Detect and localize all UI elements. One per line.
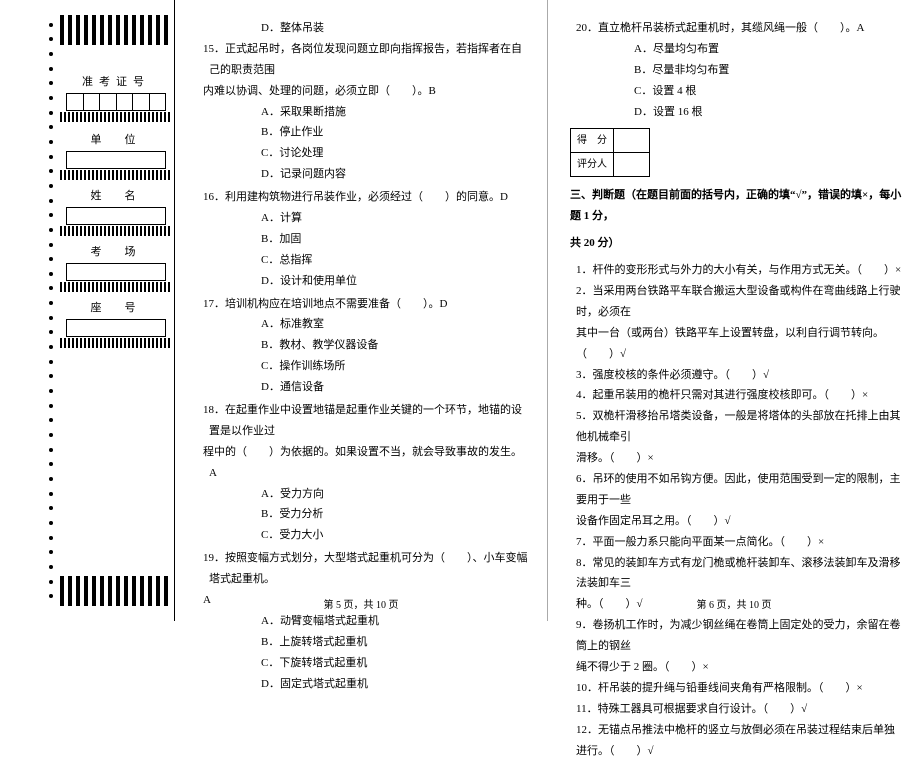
q15: 15．正式起吊时，各岗位发现问题立即向指挥报告，若指挥者在自己的职责范围 内难以… — [197, 39, 529, 185]
q16-optA: A．计算 — [197, 208, 529, 229]
q15-optA: A．采取果断措施 — [197, 102, 529, 123]
q14-optD: D．整体吊装 — [197, 18, 529, 39]
q18-stem2: 程中的（ ）为依据的。如果设置不当，就会导致事故的发生。A — [203, 442, 529, 484]
q19: 19．按照变幅方式划分，大型塔式起重机可分为（ ）、小车变幅塔式起重机。 A A… — [197, 548, 529, 694]
q17-optD: D．通信设备 — [197, 377, 529, 398]
field-name: 姓 名 — [66, 184, 166, 225]
pattern-divider — [60, 282, 170, 292]
pattern-divider — [60, 112, 170, 122]
q18-optC: C．受力大小 — [197, 525, 529, 546]
page-5: D．整体吊装 15．正式起吊时，各岗位发现问题立即向指挥报告，若指挥者在自己的职… — [175, 0, 548, 621]
q15-stem2: 内难以协调、处理的问题，必须立即（ ）。B — [203, 81, 529, 102]
j9a: 9．卷扬机工作时，为减少钢丝绳在卷筒上固定处的受力，余留在卷筒上的钢丝 — [570, 615, 902, 657]
q19-optC: C．下旋转塔式起重机 — [197, 653, 529, 674]
q20-optD: D．设置 16 根 — [570, 102, 902, 123]
q18-stem1: 18．在起重作业中设置地锚是起重作业关键的一个环节，地锚的设置是以作业过 — [203, 400, 529, 442]
q16-optC: C．总指挥 — [197, 250, 529, 271]
j1: 1．杆件的变形形式与外力的大小有关，与作用方式无关。（ ）× — [570, 260, 902, 281]
section3-head2: 共 20 分） — [570, 233, 902, 254]
pattern-divider — [60, 170, 170, 180]
j12: 12．无锚点吊推法中桅杆的竖立与放倒必须在吊装过程结束后单独进行。（ ）√ — [570, 720, 902, 762]
label-name: 姓 名 — [66, 184, 166, 207]
q16: 16．利用建构筑物进行吊装作业，必须经过（ ）的同意。D A．计算 B．加固 C… — [197, 187, 529, 291]
line-seat[interactable] — [66, 319, 166, 337]
pattern-top — [60, 15, 170, 45]
perforation-dots — [45, 15, 57, 606]
q15-stem1: 15．正式起吊时，各岗位发现问题立即向指挥报告，若指挥者在自己的职责范围 — [203, 39, 529, 81]
q18: 18．在起重作业中设置地锚是起重作业关键的一个环节，地锚的设置是以作业过 程中的… — [197, 400, 529, 546]
page-6: 20．直立桅杆吊装桥式起重机时，其缆风绳一般（ ）。A A．尽量均匀布置 B．尽… — [548, 0, 920, 621]
pattern-divider — [60, 226, 170, 236]
j6b: 设备作固定吊耳之用。（ ）√ — [570, 511, 902, 532]
grader-value[interactable] — [614, 153, 650, 177]
j7: 7．平面一般力系只能向平面某一点简化。（ ）× — [570, 532, 902, 553]
q16-optB: B．加固 — [197, 229, 529, 250]
pattern-bottom — [60, 576, 170, 606]
label-ticket: 准考证号 — [66, 70, 166, 93]
q19-optD: D．固定式塔式起重机 — [197, 674, 529, 695]
field-seat: 座 号 — [66, 296, 166, 337]
q15-optC: C．讨论处理 — [197, 143, 529, 164]
field-unit: 单 位 — [66, 128, 166, 169]
line-name[interactable] — [66, 207, 166, 225]
q17: 17．培训机构应在培训地点不需要准备（ ）。D A．标准教室 B．教材、教学仪器… — [197, 294, 529, 398]
q17-optB: B．教材、教学仪器设备 — [197, 335, 529, 356]
q16-stem: 16．利用建构筑物进行吊装作业，必须经过（ ）的同意。D — [203, 187, 529, 208]
q19-optB: B．上旋转塔式起重机 — [197, 632, 529, 653]
q19-stem: 19．按照变幅方式划分，大型塔式起重机可分为（ ）、小车变幅塔式起重机。 — [203, 548, 529, 590]
j10: 10．杆吊装的提升绳与铅垂线间夹角有严格限制。（ ）× — [570, 678, 902, 699]
q20-optC: C．设置 4 根 — [570, 81, 902, 102]
j9b: 绳不得少于 2 圈。（ ）× — [570, 657, 902, 678]
q20-optA: A．尽量均匀布置 — [570, 39, 902, 60]
line-unit[interactable] — [66, 151, 166, 169]
j8a: 8．常见的装卸车方式有龙门桅或桅杆装卸车、滚移法装卸车及滑移法装卸车三 — [570, 553, 902, 595]
pager-6: 第 6 页，共 10 页 — [548, 596, 920, 615]
section3-head1: 三、判断题（在题目前面的括号内，正确的填“√”，错误的填×，每小题 1 分， — [570, 185, 902, 227]
q15-optB: B．停止作业 — [197, 122, 529, 143]
binding-strip: 准考证号 单 位 姓 名 考 场 座 号 — [0, 0, 175, 621]
q18-optB: B．受力分析 — [197, 504, 529, 525]
pager-5: 第 5 页，共 10 页 — [175, 596, 547, 615]
boxes-ticket[interactable] — [66, 93, 166, 111]
j3: 3．强度校核的条件必须遵守。（ ）√ — [570, 365, 902, 386]
q17-optC: C．操作训练场所 — [197, 356, 529, 377]
label-unit: 单 位 — [66, 128, 166, 151]
j6a: 6．吊环的使用不如吊钩方便。因此，使用范围受到一定的限制，主要用于一些 — [570, 469, 902, 511]
grader-label: 评分人 — [571, 153, 614, 177]
q20: 20．直立桅杆吊装桥式起重机时，其缆风绳一般（ ）。A A．尽量均匀布置 B．尽… — [570, 18, 902, 122]
field-room: 考 场 — [66, 240, 166, 281]
label-seat: 座 号 — [66, 296, 166, 319]
q18-optA: A．受力方向 — [197, 484, 529, 505]
pattern-divider — [60, 338, 170, 348]
j5b: 滑移。（ ）× — [570, 448, 902, 469]
q20-optB: B．尽量非均匀布置 — [570, 60, 902, 81]
j4: 4．起重吊装用的桅杆只需对其进行强度校核即可。（ ）× — [570, 385, 902, 406]
j2a: 2．当采用两台铁路平车联合搬运大型设备或构件在弯曲线路上行驶时，必须在 — [570, 281, 902, 323]
q15-optD: D．记录问题内容 — [197, 164, 529, 185]
score-value[interactable] — [614, 129, 650, 153]
q20-stem: 20．直立桅杆吊装桥式起重机时，其缆风绳一般（ ）。A — [576, 18, 902, 39]
line-room[interactable] — [66, 263, 166, 281]
j5a: 5．双桅杆滑移抬吊塔类设备，一般是将塔体的头部放在托排上由其他机械牵引 — [570, 406, 902, 448]
score-table: 得 分 评分人 — [570, 128, 650, 177]
q17-optA: A．标准教室 — [197, 314, 529, 335]
j11: 11．特殊工器具可根据要求自行设计。（ ）√ — [570, 699, 902, 720]
score-label: 得 分 — [571, 129, 614, 153]
field-ticket: 准考证号 — [66, 70, 166, 111]
label-room: 考 场 — [66, 240, 166, 263]
q16-optD: D．设计和使用单位 — [197, 271, 529, 292]
j2b: 其中一台（或两台）铁路平车上设置转盘，以利自行调节转向。（ ）√ — [570, 323, 902, 365]
q17-stem: 17．培训机构应在培训地点不需要准备（ ）。D — [203, 294, 529, 315]
